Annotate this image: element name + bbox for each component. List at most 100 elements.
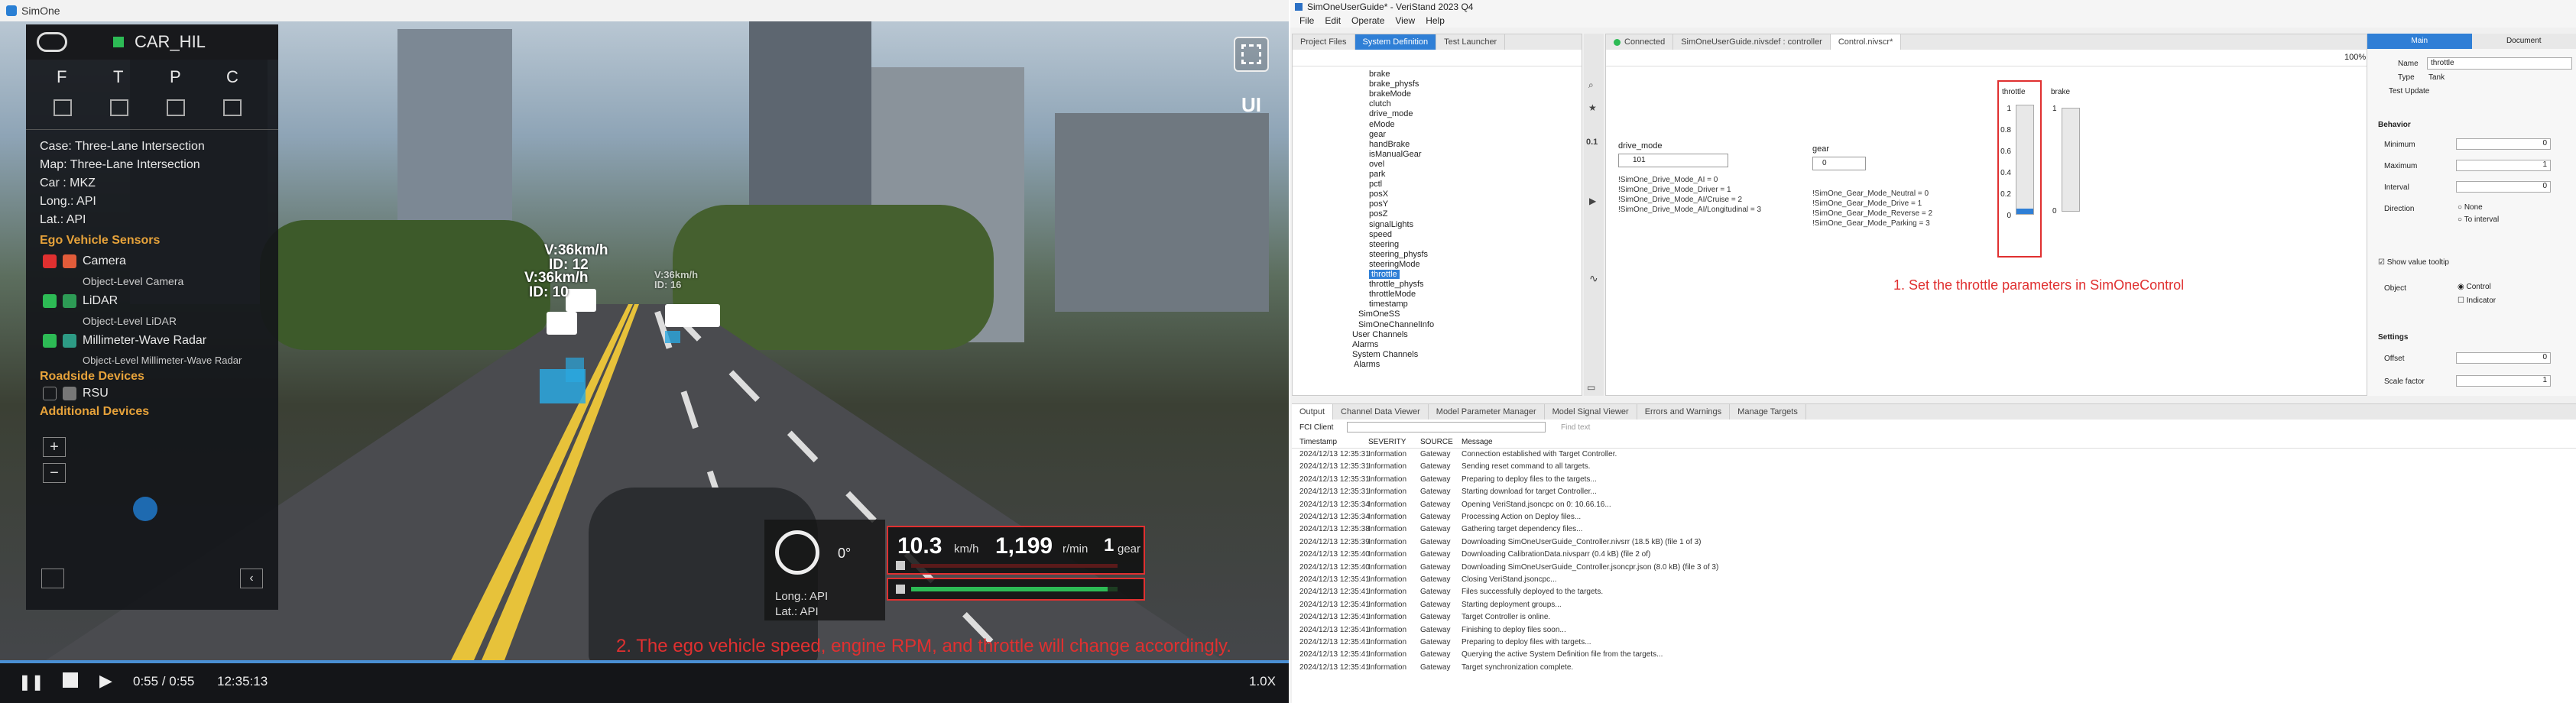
direction-none-radio[interactable]: ○ None [2458,203,2483,212]
tree-item[interactable]: throttleMode [1369,290,1416,299]
collapse-panel-button[interactable]: ‹ [240,569,263,588]
col-message[interactable]: Message [1462,438,1493,446]
tree-item[interactable]: park [1369,170,1385,179]
log-row[interactable]: 2024/12/13 12:35:41 Information Gateway Que… [1299,649,2561,661]
tab-control-screen[interactable]: Control.nivscr* [1830,34,1902,50]
tree-item[interactable]: isManualGear [1369,150,1421,159]
object-control-radio[interactable]: ◉ Control [2458,283,2491,291]
star-icon[interactable]: ★ [1588,102,1597,113]
log-row[interactable]: 2024/12/13 12:35:40 Information Gateway Dow… [1299,562,2561,574]
add-button[interactable]: + [43,437,66,457]
tree-item[interactable]: pctl [1369,180,1382,189]
zoom-level[interactable]: 100% [2344,53,2366,62]
search-icon[interactable]: ⌕ [1588,79,1594,91]
remove-button[interactable]: − [43,463,66,483]
pause-icon[interactable]: ❚❚ [18,672,44,692]
maximum-input[interactable]: 1 [2456,160,2551,171]
numeric-icon[interactable]: 0.1 [1586,138,1598,147]
tab-system-definition[interactable]: System Definition [1355,34,1437,50]
tree-item[interactable]: ovel [1369,160,1384,169]
mode-c[interactable]: C [226,67,238,87]
play-icon[interactable]: ▶ [99,671,112,691]
tree-item[interactable]: gear [1369,130,1386,139]
menu-file[interactable]: File [1299,15,1314,26]
stop-icon[interactable] [63,672,78,688]
col-timestamp[interactable]: Timestamp [1299,438,1337,446]
menu-operate[interactable]: Operate [1351,15,1384,26]
tab-output[interactable]: Output [1292,404,1334,420]
tab-project-files[interactable]: Project Files [1293,34,1355,50]
tree-item[interactable]: clutch [1369,99,1391,109]
view-chase-icon[interactable] [223,99,242,116]
log-row[interactable]: 2024/12/13 12:35:38 Information Gateway Gat… [1299,523,2561,536]
throttle-tank[interactable] [2016,105,2034,215]
progress-track[interactable] [0,660,1289,663]
tree-item[interactable]: throttle [1369,270,1400,279]
mode-p[interactable]: P [170,67,181,87]
drive-mode-input[interactable]: 101 [1618,154,1728,167]
view-perspective-icon[interactable] [167,99,185,116]
tab-model-parameter-manager[interactable]: Model Parameter Manager [1429,404,1545,420]
view-third-icon[interactable] [110,99,128,116]
object-indicator-radio[interactable]: ☐ Indicator [2458,296,2496,305]
tree-item[interactable]: brakeMode [1369,89,1411,99]
view-free-icon[interactable] [54,99,72,116]
roadside-item[interactable]: RSU [26,384,278,400]
offset-input[interactable]: 0 [2456,352,2551,364]
tab-main[interactable]: Main [2367,34,2472,49]
menu-view[interactable]: View [1395,15,1415,26]
gear-input[interactable]: 0 [1812,157,1866,170]
tree-item[interactable]: steering [1369,240,1399,249]
direction-to-radio[interactable]: ○ To interval [2458,215,2499,224]
tree-item[interactable]: brake_physfs [1369,79,1419,89]
minimum-input[interactable]: 0 [2456,138,2551,150]
log-row[interactable]: 2024/12/13 12:35:41 Information Gateway Tar… [1299,611,2561,624]
tree-item[interactable]: brake [1369,70,1390,79]
tree-item[interactable]: User Channels [1352,330,1408,339]
tree-item[interactable]: signalLights [1369,220,1413,229]
brake-tank[interactable] [2062,108,2080,212]
log-row[interactable]: 2024/12/13 12:35:41 Information Gateway Fil… [1299,586,2561,598]
log-row[interactable]: 2024/12/13 12:35:31 Information Gateway Con… [1299,449,2561,461]
col-severity[interactable]: SEVERITY [1368,438,1406,446]
tab-channel-data-viewer[interactable]: Channel Data Viewer [1333,404,1429,420]
log-row[interactable]: 2024/12/13 12:35:41 Information Gateway Sta… [1299,599,2561,611]
interval-input[interactable]: 0 [2456,181,2551,193]
scale-input[interactable]: 1 [2456,375,2551,387]
tree-item[interactable]: steeringMode [1369,260,1420,269]
find-text-button[interactable]: Find text [1561,423,1590,432]
sensor-lidar[interactable]: LiDAR [43,290,278,312]
tab-model-signal-viewer[interactable]: Model Signal Viewer [1545,404,1637,420]
eye-icon[interactable] [37,32,67,52]
tab-document[interactable]: Document [2471,34,2576,49]
sensor-camera[interactable]: Camera [43,251,278,272]
tree-item[interactable]: SimOneChannelInfo [1358,320,1434,329]
mode-f[interactable]: F [57,67,67,87]
tree-item[interactable]: handBrake [1369,140,1410,149]
tree-item[interactable]: speed [1369,230,1392,239]
tree-item[interactable]: eMode [1369,120,1395,129]
tab-errors-warnings[interactable]: Errors and Warnings [1637,404,1731,420]
speed-factor[interactable]: 1.0X [1249,674,1276,689]
name-input[interactable]: throttle [2427,57,2572,70]
vehicle-icon[interactable]: ▭ [1587,382,1595,393]
checkbox-icon[interactable] [43,293,57,308]
show-tooltip-checkbox[interactable]: ☑ Show value tooltip [2378,258,2449,267]
tab-connected[interactable]: Connected [1606,34,1674,50]
tree-item[interactable]: Alarms [1352,340,1378,349]
tree-item[interactable]: throttle_physfs [1369,280,1424,289]
sensor-radar[interactable]: Millimeter-Wave Radar [43,330,278,352]
log-row[interactable]: 2024/12/13 12:35:34 Information Gateway Ope… [1299,499,2561,511]
checkbox-icon[interactable] [43,333,57,348]
log-row[interactable]: 2024/12/13 12:35:41 Information Gateway Fin… [1299,624,2561,637]
play-icon[interactable]: ▶ [1589,196,1596,206]
map-toggle-icon[interactable] [41,569,64,588]
tree-item[interactable]: steering_physfs [1369,250,1428,259]
checkbox-icon[interactable] [43,387,57,400]
log-row[interactable]: 2024/12/13 12:35:39 Information Gateway Dow… [1299,536,2561,549]
log-row[interactable]: 2024/12/13 12:35:31 Information Gateway Pre… [1299,474,2561,486]
log-row[interactable]: 2024/12/13 12:35:34 Information Gateway Pro… [1299,511,2561,523]
tree-item[interactable]: System Channels [1352,350,1418,359]
checkbox-icon[interactable] [43,254,57,268]
log-row[interactable]: 2024/12/13 12:35:41 Information Gateway Tar… [1299,662,2561,674]
